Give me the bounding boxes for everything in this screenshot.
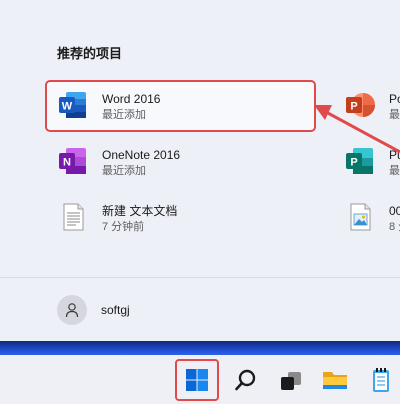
notepad-icon: [373, 368, 389, 392]
user-account-button[interactable]: softgj: [57, 295, 130, 325]
start-icon: [186, 369, 208, 391]
desktop-wallpaper: [0, 341, 400, 355]
avatar: [57, 295, 87, 325]
divider: [0, 277, 400, 278]
recommended-item-image[interactable]: 00 8 分: [344, 201, 400, 235]
item-name: OneNote 2016: [102, 148, 181, 162]
file-explorer-button[interactable]: [318, 362, 352, 398]
item-name: 00: [389, 204, 400, 218]
svg-text:W: W: [62, 101, 73, 113]
start-button[interactable]: [180, 362, 214, 398]
search-icon: [235, 369, 256, 391]
item-subtitle: 8 分: [389, 221, 400, 233]
word-icon: W: [57, 89, 89, 121]
user-name: softgj: [101, 303, 130, 317]
notepad-button[interactable]: [364, 362, 398, 398]
section-title-recommended: 推荐的项目: [57, 46, 123, 61]
text-document-icon: [57, 201, 89, 233]
image-file-icon: [344, 201, 376, 233]
red-arrow-icon: [314, 105, 400, 154]
svg-text:N: N: [63, 157, 71, 169]
item-subtitle: 7 分钟前: [102, 221, 145, 233]
search-button[interactable]: [229, 362, 263, 398]
task-view-button[interactable]: [274, 362, 308, 398]
user-icon: [65, 303, 79, 318]
recommended-item-onenote[interactable]: N OneNote 2016 最近添加: [57, 145, 180, 179]
item-subtitle: 最近添加: [102, 165, 146, 177]
start-menu: 推荐的项目 W Word 2016 最近添加 N OneNote 2016 最近…: [0, 0, 400, 341]
onenote-icon: N: [57, 145, 89, 177]
file-explorer-icon: [323, 372, 347, 389]
task-view-icon: [281, 372, 301, 390]
recommended-item-word[interactable]: W Word 2016 最近添加: [57, 89, 160, 123]
item-name: 新建 文本文档: [102, 204, 178, 218]
item-subtitle: 最近添加: [102, 109, 146, 121]
recommended-item-text-document[interactable]: 新建 文本文档 7 分钟前: [57, 201, 177, 235]
item-name: Word 2016: [102, 92, 161, 106]
